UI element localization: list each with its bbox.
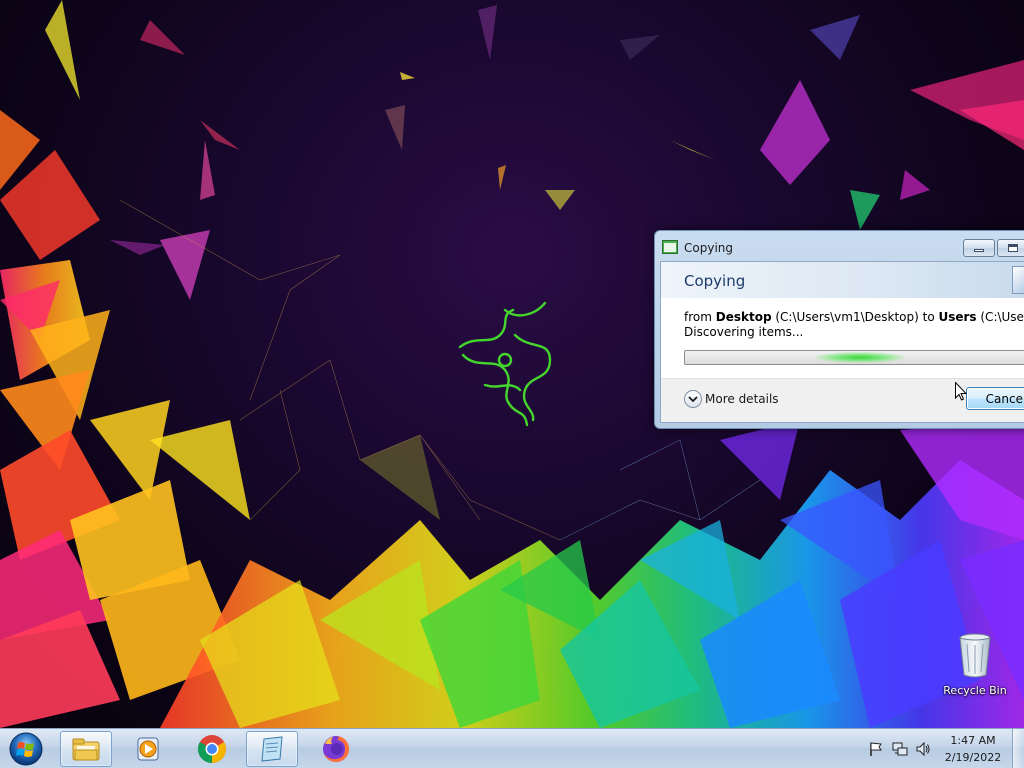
copy-source-destination-text: from Desktop (C:\Users\vm1\Desktop) to U…	[684, 310, 1024, 324]
taskbar: 1:47 AM 2/19/2022	[0, 728, 1024, 768]
copy-progress-dialog: Copying Copying from Desktop (C:\Users\v…	[654, 230, 1024, 429]
mouse-pointer-icon	[955, 382, 967, 401]
maximize-button[interactable]	[997, 239, 1024, 257]
dialog-titlebar[interactable]: Copying	[655, 231, 1024, 261]
taskbar-media-player-button[interactable]	[122, 731, 174, 767]
cancel-button[interactable]: Cancel	[966, 387, 1024, 410]
notepad-icon	[261, 736, 283, 762]
destination-path: (C:\Users)	[980, 310, 1024, 324]
minimize-icon	[974, 249, 984, 252]
chrome-icon	[198, 735, 226, 763]
source-path: (C:\Users\vm1\Desktop) to	[771, 310, 939, 324]
folder-icon	[72, 738, 100, 761]
header-decoration	[1012, 266, 1024, 294]
dialog-header: Copying	[661, 262, 1024, 298]
taskbar-notepad-button[interactable]	[246, 731, 298, 767]
network-icon[interactable]	[892, 741, 908, 757]
more-details-label: More details	[705, 392, 779, 406]
progress-indeterminate-glow	[815, 352, 905, 363]
recycle-bin-shortcut[interactable]: Recycle Bin	[940, 632, 1010, 702]
source-folder-link[interactable]: Desktop	[716, 310, 772, 324]
copy-progress-bar	[684, 350, 1024, 365]
media-player-icon	[137, 737, 159, 761]
clock-time[interactable]: 1:47 AM	[950, 734, 996, 747]
dialog-heading: Copying	[684, 272, 746, 290]
recycle-bin-icon	[959, 633, 991, 678]
recycle-bin-label: Recycle Bin	[943, 684, 1007, 697]
copy-status-text: Discovering items...	[684, 325, 804, 339]
dialog-body: Copying from Desktop (C:\Users\vm1\Deskt…	[660, 261, 1024, 423]
start-button[interactable]	[4, 730, 48, 768]
action-center-flag-icon[interactable]	[868, 741, 884, 757]
show-desktop-button[interactable]	[1012, 729, 1024, 768]
taskbar-explorer-button[interactable]	[60, 731, 112, 767]
clock-date[interactable]: 2/19/2022	[944, 751, 1002, 764]
taskbar-firefox-button[interactable]	[310, 731, 362, 767]
minimize-button[interactable]	[963, 239, 995, 257]
windows-start-orb-icon	[9, 732, 43, 766]
taskbar-chrome-button[interactable]	[186, 731, 238, 767]
copy-operation-icon	[662, 240, 678, 254]
destination-folder-link[interactable]: Users	[938, 310, 976, 324]
volume-icon[interactable]	[915, 741, 931, 757]
dialog-window-title: Copying	[684, 241, 733, 255]
more-details-button[interactable]: More details	[684, 388, 779, 410]
desktop: Recycle Bin Copying Copying from Desktop…	[0, 0, 1024, 728]
chevron-down-icon	[684, 390, 702, 408]
firefox-icon	[323, 736, 349, 762]
maximize-icon	[1008, 244, 1018, 252]
from-prefix: from	[684, 310, 716, 324]
dialog-footer: More details Cancel	[661, 378, 1024, 422]
